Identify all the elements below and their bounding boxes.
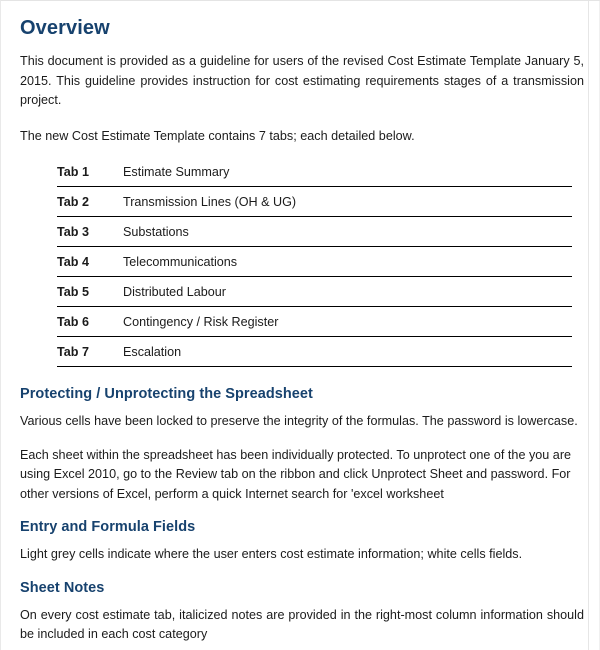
protecting-paragraph-1: Various cells have been locked to preser… xyxy=(20,414,578,428)
tab-description: Contingency / Risk Register xyxy=(123,306,572,337)
page-frame-edge xyxy=(588,1,589,650)
table-row: Tab 2 Transmission Lines (OH & UG) xyxy=(57,186,572,217)
tabs-intro-paragraph: The new Cost Estimate Template contains … xyxy=(20,128,415,143)
section-heading-sheet-notes: Sheet Notes xyxy=(20,579,105,596)
tab-description: Transmission Lines (OH & UG) xyxy=(123,186,572,217)
tab-number: Tab 4 xyxy=(57,246,123,277)
tab-description: Distributed Labour xyxy=(123,276,572,307)
table-row: Tab 4 Telecommunications xyxy=(57,246,572,277)
table-row: Tab 5 Distributed Labour xyxy=(57,276,572,307)
section-heading-protecting: Protecting / Unprotecting the Spreadshee… xyxy=(20,386,313,402)
page-title: Overview xyxy=(20,17,110,39)
tab-description: Telecommunications xyxy=(123,246,572,277)
table-row: Tab 7 Escalation xyxy=(57,336,572,367)
tab-number: Tab 7 xyxy=(57,336,123,367)
protecting-paragraph-2: Each sheet within the spreadsheet has be… xyxy=(20,447,572,501)
tab-description: Estimate Summary xyxy=(123,157,572,187)
document-content: Overview This document is provided as a … xyxy=(20,1,584,645)
tab-number: Tab 6 xyxy=(57,306,123,337)
tab-number: Tab 3 xyxy=(57,216,123,247)
tab-number: Tab 2 xyxy=(57,186,123,217)
sheet-notes-paragraph: On every cost estimate tab, italicized n… xyxy=(20,607,584,642)
table-row: Tab 6 Contingency / Risk Register xyxy=(57,306,572,337)
table-row: Tab 1 Estimate Summary xyxy=(57,157,572,187)
tab-number: Tab 1 xyxy=(57,157,123,187)
section-heading-entry-formula: Entry and Formula Fields xyxy=(20,519,196,535)
document-page: Overview This document is provided as a … xyxy=(0,0,600,650)
tab-description: Substations xyxy=(123,216,572,247)
intro-paragraph: This document is provided as a guideline… xyxy=(20,54,584,107)
tab-list-table: Tab 1 Estimate Summary Tab 2 Transmissio… xyxy=(57,157,572,367)
tab-number: Tab 5 xyxy=(57,276,123,307)
table-row: Tab 3 Substations xyxy=(57,216,572,247)
tab-description: Escalation xyxy=(123,336,572,367)
entry-formula-paragraph: Light grey cells indicate where the user… xyxy=(20,547,523,561)
